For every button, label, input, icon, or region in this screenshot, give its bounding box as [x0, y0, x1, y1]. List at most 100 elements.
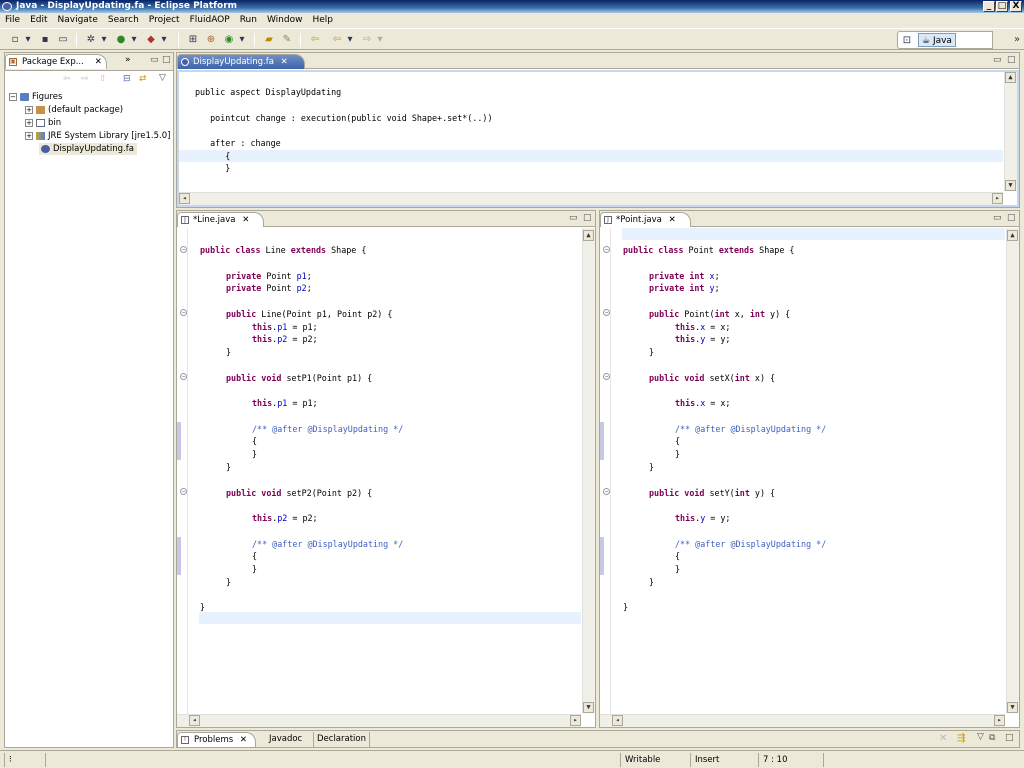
search-icon[interactable]: ✎ [280, 33, 294, 46]
horizontal-scrollbar[interactable]: ◂ ▸ [177, 714, 581, 727]
view-menu-icon[interactable]: ▽ [159, 73, 166, 83]
scroll-down-arrow[interactable]: ▼ [583, 702, 594, 713]
maximize-editor-button[interactable]: □ [1007, 55, 1016, 65]
fold-icon[interactable]: − [180, 309, 187, 316]
advice-marker[interactable] [177, 422, 181, 460]
chevron-down-icon[interactable]: ▾ [238, 33, 246, 46]
collapse-icon[interactable]: − [9, 92, 17, 101]
fold-icon[interactable]: − [603, 373, 610, 380]
up-icon[interactable]: ⇧ [99, 74, 107, 84]
scroll-down-arrow[interactable]: ▼ [1005, 180, 1016, 191]
maximize-button[interactable]: □ [996, 1, 1008, 12]
close-icon[interactable]: ✕ [242, 215, 249, 225]
view-overflow[interactable]: » [125, 55, 131, 65]
horizontal-scrollbar[interactable]: ◂ ▸ [179, 192, 1003, 205]
menu-search[interactable]: Search [103, 13, 144, 27]
previous-annotation-icon[interactable]: ⇦ [308, 33, 322, 46]
scroll-up-arrow[interactable]: ▲ [583, 230, 594, 241]
tab-javadoc[interactable]: Javadoc [269, 734, 302, 744]
advice-marker[interactable] [600, 422, 604, 460]
tab-package-explorer[interactable]: ▣ Package Exp... ✕ [5, 54, 107, 69]
external-tools-icon[interactable]: ◆ [144, 33, 158, 46]
scroll-right-arrow[interactable]: ▸ [570, 715, 581, 726]
scroll-up-arrow[interactable]: ▲ [1005, 72, 1016, 83]
scroll-left-arrow[interactable]: ◂ [189, 715, 200, 726]
back-arrow-icon[interactable]: ⇦ [63, 74, 71, 84]
back-icon[interactable]: ⇦ [330, 33, 344, 46]
new-icon[interactable]: ▫ [8, 33, 22, 46]
tree-item-displayupdating[interactable]: DisplayUpdating.fa [39, 143, 137, 155]
chevron-down-icon[interactable]: ▾ [100, 33, 108, 46]
menu-project[interactable]: Project [144, 13, 185, 27]
close-window-button[interactable]: X [1010, 1, 1022, 12]
aspect-editor-text[interactable]: public aspect DisplayUpdating pointcut c… [177, 70, 1019, 207]
save-icon[interactable]: ▪ [38, 33, 52, 46]
scroll-left-arrow[interactable]: ◂ [179, 193, 190, 204]
java-perspective-button[interactable]: ☕ Java [918, 33, 956, 47]
run-icon[interactable]: ● [114, 33, 128, 46]
expand-icon[interactable]: + [25, 118, 33, 127]
open-perspective-icon[interactable]: ⊡ [900, 34, 914, 47]
menu-edit[interactable]: Edit [25, 13, 52, 27]
tree-item-figures[interactable]: − Figures [9, 91, 62, 103]
vertical-scrollbar[interactable]: ▲ ▼ [1004, 72, 1017, 191]
minimize-editor-button[interactable]: ▭ [993, 55, 1002, 65]
menu-file[interactable]: File [0, 13, 25, 27]
scroll-left-arrow[interactable]: ◂ [612, 715, 623, 726]
menu-run[interactable]: Run [235, 13, 262, 27]
forward-icon[interactable]: ⇨ [360, 33, 374, 46]
tab-line-java[interactable]: J *Line.java ✕ [177, 212, 265, 227]
line-editor-text[interactable]: − − − − public class Line extends Shape … [177, 228, 595, 727]
minimize-editor-button[interactable]: ▭ [993, 213, 1002, 223]
tree-item-jre-library[interactable]: + JRE System Library [jre1.5.0] [25, 130, 170, 142]
forward-arrow-icon[interactable]: ⇨ [81, 74, 89, 84]
tree-item-bin[interactable]: + bin [25, 117, 61, 129]
tab-declaration[interactable]: Declaration [313, 732, 371, 747]
chevron-down-icon[interactable]: ▾ [130, 33, 138, 46]
maximize-editor-button[interactable]: □ [1007, 213, 1016, 223]
menu-help[interactable]: Help [307, 13, 338, 27]
vertical-scrollbar[interactable]: ▲ ▼ [1006, 228, 1019, 713]
advice-marker[interactable] [600, 537, 604, 575]
debug-icon[interactable]: ✲ [84, 33, 98, 46]
chevron-down-icon[interactable]: ▾ [24, 33, 32, 46]
fold-icon[interactable]: − [180, 246, 187, 253]
tree-item-default-package[interactable]: + (default package) [25, 104, 123, 116]
tab-point-java[interactable]: J *Point.java ✕ [600, 212, 691, 227]
advice-marker[interactable] [177, 537, 181, 575]
perspective-overflow[interactable]: » [1010, 33, 1024, 46]
close-icon[interactable]: ✕ [240, 735, 247, 745]
chevron-down-icon[interactable]: ▾ [376, 33, 384, 46]
scroll-up-arrow[interactable]: ▲ [1007, 230, 1018, 241]
point-editor-text[interactable]: − − − − public class Point extends Shape… [600, 228, 1019, 727]
open-type-icon[interactable]: ▰ [262, 33, 276, 46]
link-with-editor-icon[interactable]: ⇄ [139, 74, 147, 84]
fold-icon[interactable]: − [603, 488, 610, 495]
vertical-scrollbar[interactable]: ▲ ▼ [582, 228, 595, 713]
minimize-view-button[interactable]: ▭ [150, 55, 159, 65]
print-icon[interactable]: ▭ [56, 33, 70, 46]
new-class-icon[interactable]: ◉ [222, 33, 236, 46]
minimize-editor-button[interactable]: ▭ [569, 213, 578, 223]
menu-fluidaop[interactable]: FluidAOP [185, 13, 235, 27]
new-package-icon[interactable]: ⊕ [204, 33, 218, 46]
restore-view-button[interactable]: ⧉ [989, 733, 995, 743]
horizontal-scrollbar[interactable]: ◂ ▸ [600, 714, 1005, 727]
menu-navigate[interactable]: Navigate [53, 13, 103, 27]
scroll-down-arrow[interactable]: ▼ [1007, 702, 1018, 713]
close-icon[interactable]: ✕ [281, 57, 288, 67]
collapse-all-icon[interactable]: ⊟ [123, 74, 131, 84]
close-icon[interactable]: ✕ [95, 55, 102, 69]
expand-icon[interactable]: + [25, 105, 33, 114]
maximize-view-button[interactable]: □ [1005, 733, 1014, 743]
fold-icon[interactable]: − [603, 246, 610, 253]
scroll-right-arrow[interactable]: ▸ [992, 193, 1003, 204]
tab-problems[interactable]: ! Problems ✕ [177, 732, 257, 747]
clear-icon[interactable]: ✕ [939, 733, 947, 744]
chevron-down-icon[interactable]: ▾ [160, 33, 168, 46]
scroll-right-arrow[interactable]: ▸ [994, 715, 1005, 726]
minimize-button[interactable]: _ [983, 1, 995, 12]
close-icon[interactable]: ✕ [669, 215, 676, 225]
view-menu-icon[interactable]: ▽ [977, 732, 984, 742]
menu-window[interactable]: Window [262, 13, 308, 27]
